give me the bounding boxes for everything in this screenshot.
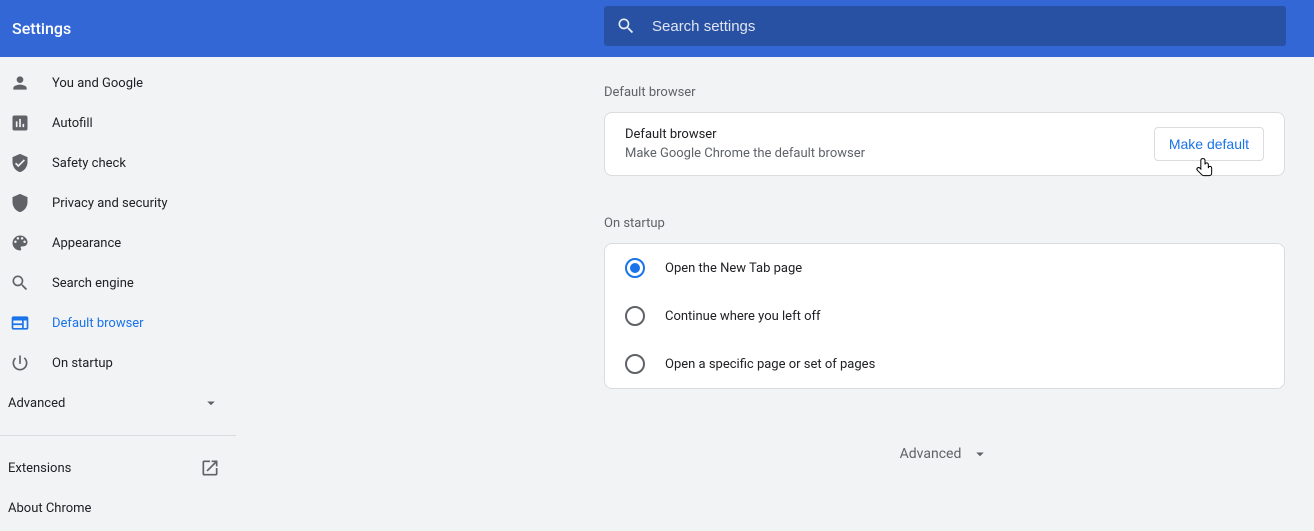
sidebar-about-label: About Chrome: [8, 501, 91, 516]
sidebar-item-search-engine[interactable]: Search engine: [0, 263, 236, 303]
sidebar-item-on-startup[interactable]: On startup: [0, 343, 236, 383]
advanced-expand[interactable]: Advanced: [604, 445, 1285, 463]
sidebar-item-label: Privacy and security: [52, 196, 168, 211]
sidebar-item-you-and-google[interactable]: You and Google: [0, 63, 236, 103]
card-title: Default browser: [625, 127, 865, 142]
chevron-down-icon: [971, 445, 989, 463]
startup-option-new-tab[interactable]: Open the New Tab page: [605, 244, 1284, 292]
search-box[interactable]: [604, 6, 1286, 46]
sidebar-item-label: Default browser: [52, 316, 144, 331]
on-startup-card: Open the New Tab page Continue where you…: [604, 243, 1285, 389]
section-default-browser-title: Default browser: [604, 85, 1314, 100]
card-subtitle: Make Google Chrome the default browser: [625, 146, 865, 161]
sidebar-item-label: You and Google: [52, 76, 143, 91]
sidebar-item-safety-check[interactable]: Safety check: [0, 143, 236, 183]
browser-icon: [10, 313, 30, 333]
main-content: Default browser Default browser Make Goo…: [236, 57, 1314, 531]
startup-option-label: Open a specific page or set of pages: [665, 357, 875, 372]
body: You and Google Autofill Safety check Pri…: [0, 57, 1314, 531]
radio-icon[interactable]: [625, 306, 645, 326]
sidebar-item-default-browser[interactable]: Default browser: [0, 303, 236, 343]
power-icon: [10, 353, 30, 373]
shield-check-icon: [10, 153, 30, 173]
shield-icon: [10, 193, 30, 213]
palette-icon: [10, 233, 30, 253]
divider: [0, 435, 236, 436]
startup-option-label: Continue where you left off: [665, 309, 821, 324]
sidebar-extensions[interactable]: Extensions: [0, 448, 236, 488]
sidebar: You and Google Autofill Safety check Pri…: [0, 57, 236, 531]
sidebar-item-autofill[interactable]: Autofill: [0, 103, 236, 143]
default-browser-row: Default browser Make Google Chrome the d…: [605, 113, 1284, 175]
default-browser-card: Default browser Make Google Chrome the d…: [604, 112, 1285, 176]
radio-icon[interactable]: [625, 258, 645, 278]
make-default-button[interactable]: Make default: [1154, 127, 1264, 161]
search-input[interactable]: [652, 18, 1274, 35]
sidebar-item-label: Autofill: [52, 116, 93, 131]
header-bar: Settings: [0, 0, 1314, 57]
search-icon: [616, 16, 636, 36]
sidebar-item-label: On startup: [52, 356, 113, 371]
sidebar-item-label: Appearance: [52, 236, 121, 251]
sidebar-item-privacy[interactable]: Privacy and security: [0, 183, 236, 223]
sidebar-item-label: Search engine: [52, 276, 134, 291]
section-on-startup-title: On startup: [604, 216, 1314, 231]
chevron-down-icon: [202, 394, 220, 412]
startup-option-continue[interactable]: Continue where you left off: [605, 292, 1284, 340]
person-icon: [10, 73, 30, 93]
advanced-label: Advanced: [900, 446, 962, 462]
startup-option-label: Open the New Tab page: [665, 261, 802, 276]
radio-icon[interactable]: [625, 354, 645, 374]
autofill-icon: [10, 113, 30, 133]
sidebar-about[interactable]: About Chrome: [0, 488, 236, 528]
search-eng-icon: [10, 273, 30, 293]
open-new-icon: [200, 458, 220, 478]
default-browser-text: Default browser Make Google Chrome the d…: [625, 127, 865, 161]
sidebar-advanced-label: Advanced: [8, 396, 65, 411]
sidebar-advanced-toggle[interactable]: Advanced: [0, 383, 236, 423]
sidebar-extensions-label: Extensions: [8, 461, 71, 476]
page-title: Settings: [8, 19, 71, 38]
sidebar-item-appearance[interactable]: Appearance: [0, 223, 236, 263]
startup-option-specific[interactable]: Open a specific page or set of pages: [605, 340, 1284, 388]
sidebar-item-label: Safety check: [52, 156, 126, 171]
